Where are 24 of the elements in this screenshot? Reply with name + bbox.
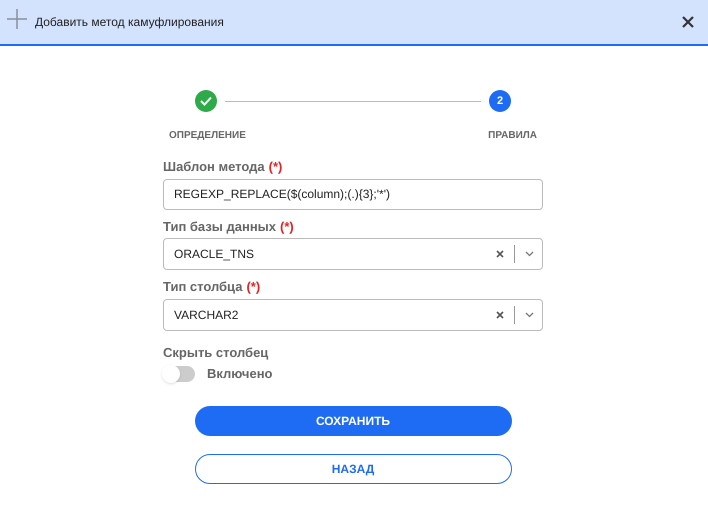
select-field[interactable]: ORACLE_TNS <box>163 238 543 270</box>
step-label: ПРАВИЛА <box>488 129 537 143</box>
step-number: 2 <box>489 90 511 112</box>
close-button[interactable] <box>680 14 696 30</box>
clear-icon[interactable] <box>496 310 504 318</box>
save-button[interactable]: СОХРАНИТЬ <box>194 406 512 436</box>
field-label: Шаблон метода <box>163 158 265 176</box>
window-title: Добавить метод камуфлирования <box>35 14 224 31</box>
field-label: Скрыть столбец <box>163 344 270 362</box>
step-label: ОПРЕДЕЛЕНИЕ <box>169 129 246 143</box>
toggle-switch[interactable] <box>163 366 195 382</box>
required-mark: (*) <box>268 158 282 176</box>
field-label: Тип базы данных <box>163 218 276 236</box>
chevron-down-icon[interactable] <box>525 251 534 257</box>
plus-icon <box>7 9 27 29</box>
back-button[interactable]: НАЗАД <box>194 454 512 484</box>
required-mark: (*) <box>246 278 260 296</box>
chevron-down-icon[interactable] <box>525 312 534 318</box>
input-field[interactable]: REGEXP_REPLACE($(column);(.){3};'*') <box>163 178 543 210</box>
required-mark: (*) <box>280 218 294 236</box>
select-field[interactable]: VARCHAR2 <box>163 298 543 330</box>
clear-icon[interactable] <box>496 250 504 258</box>
toggle-label: Включено <box>207 365 272 383</box>
field-label: Тип столбца <box>163 278 242 296</box>
